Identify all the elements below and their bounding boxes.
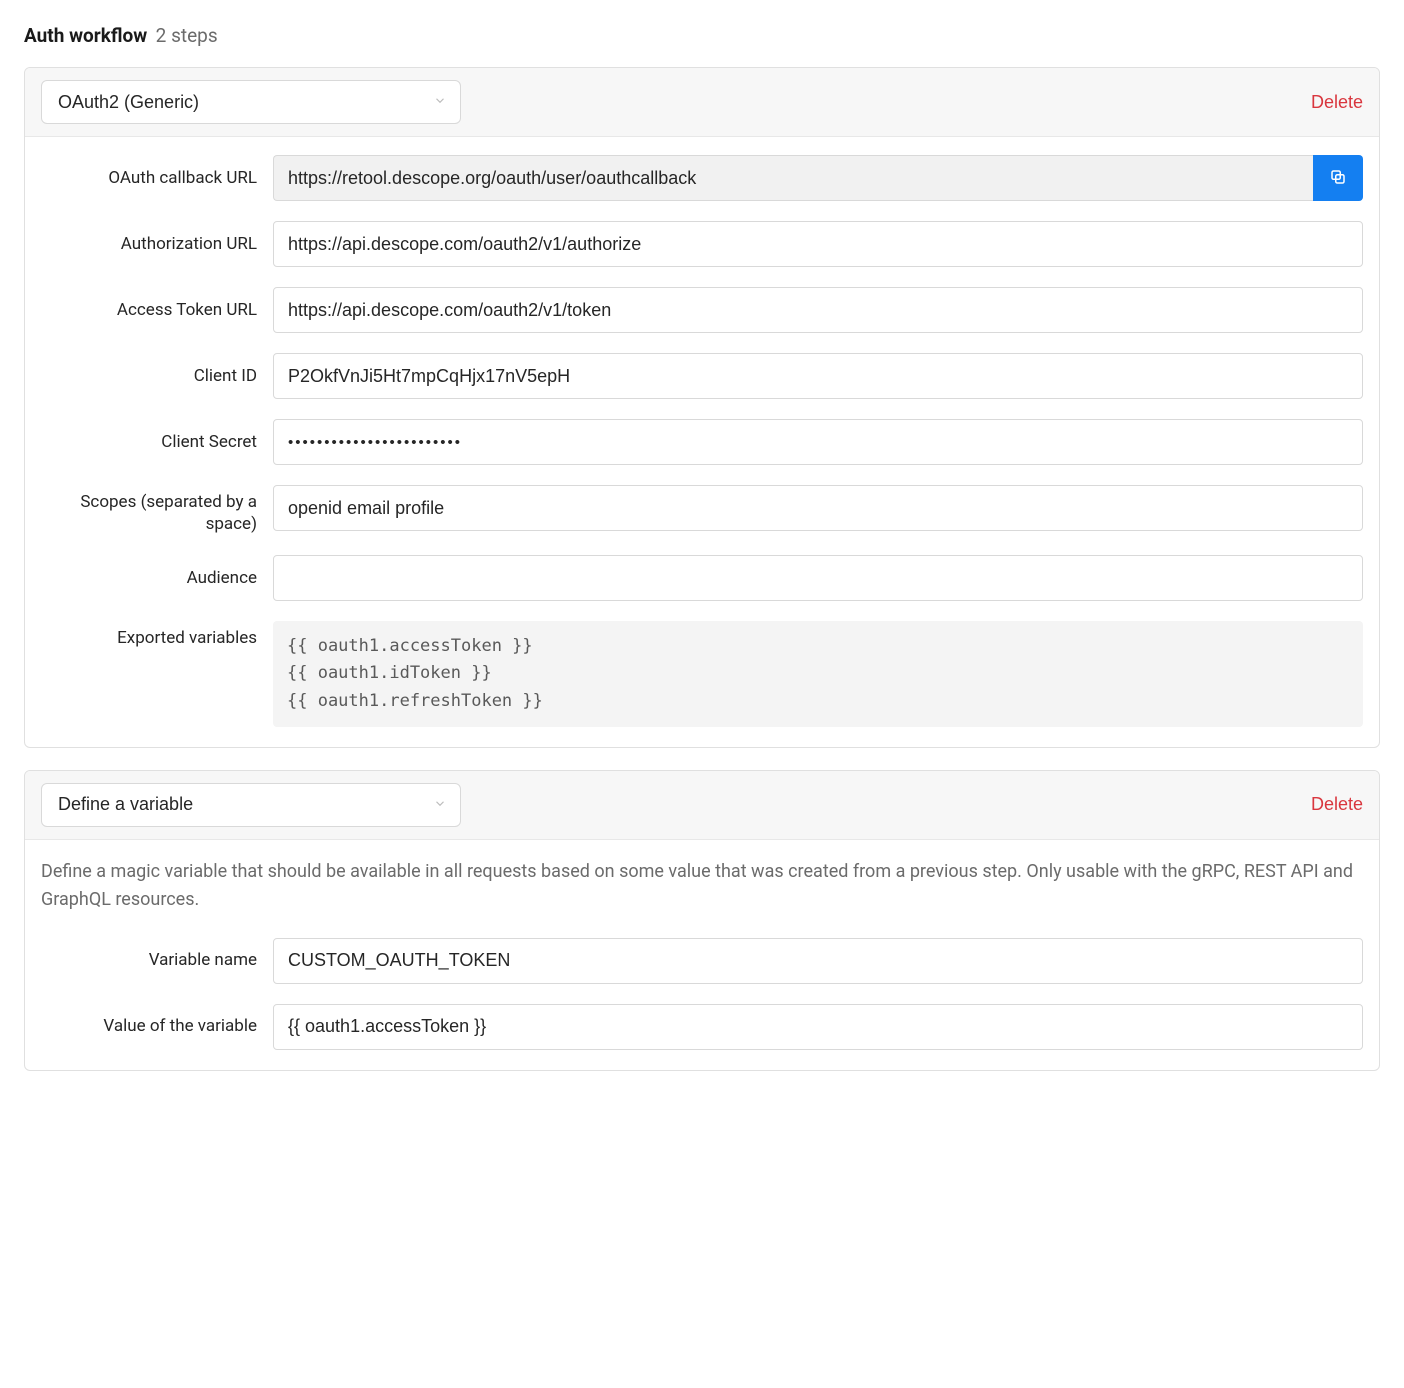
access-token-url-input[interactable] bbox=[273, 287, 1363, 333]
copy-button[interactable] bbox=[1313, 155, 1363, 201]
authorization-url-input[interactable] bbox=[273, 221, 1363, 267]
client-secret-input[interactable] bbox=[273, 419, 1363, 465]
exported-variables-box: {{ oauth1.accessToken }} {{ oauth1.idTok… bbox=[273, 621, 1363, 727]
variable-type-select-button[interactable]: Define a variable bbox=[41, 783, 461, 827]
exported-var-2: {{ oauth1.idToken }} bbox=[287, 660, 1349, 687]
exported-var-1: {{ oauth1.accessToken }} bbox=[287, 633, 1349, 660]
step-define-variable-body: Define a magic variable that should be a… bbox=[25, 840, 1379, 1070]
client-secret-label: Client Secret bbox=[41, 431, 273, 453]
define-variable-description: Define a magic variable that should be a… bbox=[41, 858, 1363, 914]
variable-name-label: Variable name bbox=[41, 949, 273, 971]
scopes-label: Scopes (separated by a space) bbox=[41, 485, 273, 535]
variable-value-label: Value of the variable bbox=[41, 1015, 273, 1037]
scopes-input[interactable] bbox=[273, 485, 1363, 531]
auth-type-select-button[interactable]: OAuth2 (Generic) bbox=[41, 80, 461, 124]
audience-label: Audience bbox=[41, 567, 273, 589]
auth-workflow-header: Auth workflow 2 steps bbox=[24, 24, 1380, 47]
exported-variables-label: Exported variables bbox=[41, 621, 273, 649]
delete-step-button[interactable]: Delete bbox=[1311, 790, 1363, 819]
client-id-label: Client ID bbox=[41, 365, 273, 387]
auth-type-select[interactable]: OAuth2 (Generic) bbox=[41, 80, 461, 124]
step-oauth2-body: OAuth callback URL Authorization URL Acc… bbox=[25, 137, 1379, 747]
audience-input[interactable] bbox=[273, 555, 1363, 601]
delete-step-button[interactable]: Delete bbox=[1311, 88, 1363, 117]
step-define-variable-card: Define a variable Delete Define a magic … bbox=[24, 770, 1380, 1071]
client-id-input[interactable] bbox=[273, 353, 1363, 399]
oauth-callback-input[interactable] bbox=[273, 155, 1313, 201]
oauth-callback-label: OAuth callback URL bbox=[41, 167, 273, 189]
access-token-url-label: Access Token URL bbox=[41, 299, 273, 321]
exported-var-3: {{ oauth1.refreshToken }} bbox=[287, 688, 1349, 715]
auth-workflow-title: Auth workflow bbox=[24, 24, 147, 47]
variable-value-input[interactable] bbox=[273, 1004, 1363, 1050]
step-oauth2-header: OAuth2 (Generic) Delete bbox=[25, 68, 1379, 137]
step-oauth2-card: OAuth2 (Generic) Delete OAuth callback U… bbox=[24, 67, 1380, 748]
variable-name-input[interactable] bbox=[273, 938, 1363, 984]
authorization-url-label: Authorization URL bbox=[41, 233, 273, 255]
auth-workflow-steps-count: 2 steps bbox=[156, 24, 218, 47]
copy-icon bbox=[1329, 168, 1347, 189]
variable-type-select[interactable]: Define a variable bbox=[41, 783, 461, 827]
step-define-variable-header: Define a variable Delete bbox=[25, 771, 1379, 840]
